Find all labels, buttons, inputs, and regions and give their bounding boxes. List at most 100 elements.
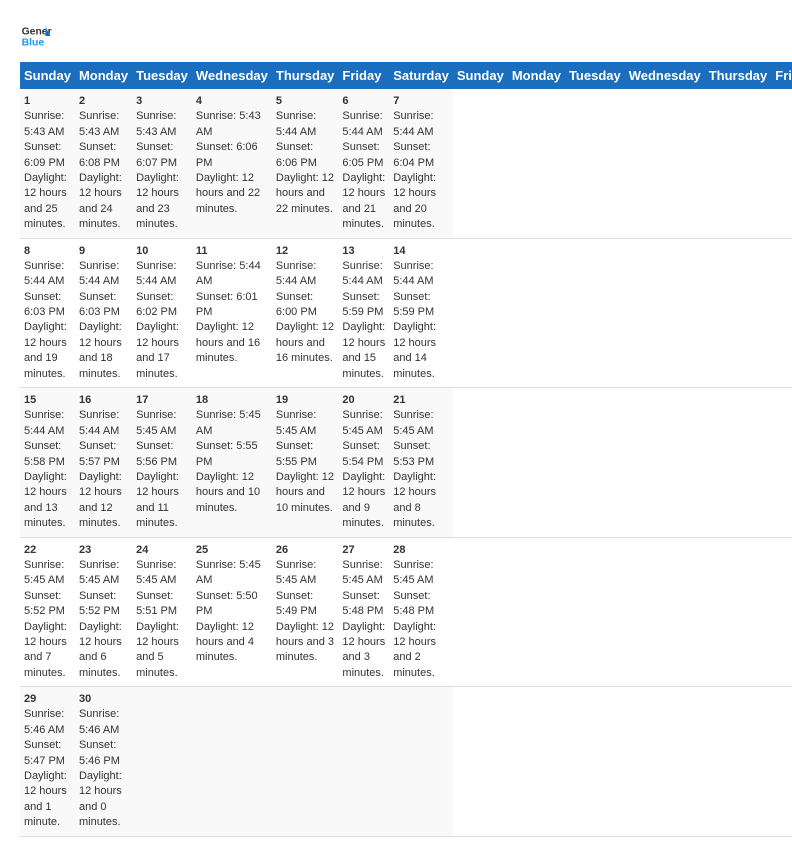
day-header-wednesday: Wednesday — [625, 62, 705, 89]
calendar-table: SundayMondayTuesdayWednesdayThursdayFrid… — [20, 62, 792, 837]
calendar-cell: 12 Sunrise: 5:44 AM Sunset: 6:00 PM Dayl… — [272, 238, 339, 388]
sunrise-text: Sunrise: 5:44 AM — [393, 110, 433, 137]
day-header-sunday: Sunday — [20, 62, 75, 89]
calendar-cell: 29 Sunrise: 5:46 AM Sunset: 5:47 PM Dayl… — [20, 687, 75, 837]
day-header-tuesday: Tuesday — [565, 62, 625, 89]
sunset-text: Sunset: 5:51 PM — [136, 590, 177, 617]
daylight-text: Daylight: 12 hours and 16 minutes. — [196, 321, 260, 364]
week-row-2: 8 Sunrise: 5:44 AM Sunset: 6:03 PM Dayli… — [20, 238, 792, 388]
sunrise-text: Sunrise: 5:44 AM — [393, 260, 433, 287]
sunset-text: Sunset: 6:00 PM — [276, 291, 317, 318]
calendar-cell: 10 Sunrise: 5:44 AM Sunset: 6:02 PM Dayl… — [132, 238, 192, 388]
daylight-text: Daylight: 12 hours and 18 minutes. — [79, 321, 122, 379]
sunset-text: Sunset: 5:55 PM — [196, 440, 258, 467]
daylight-text: Daylight: 12 hours and 7 minutes. — [24, 621, 67, 679]
calendar-cell: 5 Sunrise: 5:44 AM Sunset: 6:06 PM Dayli… — [272, 89, 339, 238]
daylight-text: Daylight: 12 hours and 16 minutes. — [276, 321, 334, 364]
sunrise-text: Sunrise: 5:44 AM — [79, 409, 119, 436]
calendar-cell — [338, 687, 389, 837]
sunrise-text: Sunrise: 5:43 AM — [196, 110, 261, 137]
daylight-text: Daylight: 12 hours and 22 minutes. — [276, 172, 334, 215]
sunrise-text: Sunrise: 5:46 AM — [79, 708, 119, 735]
day-number: 6 — [342, 95, 348, 107]
day-number: 29 — [24, 693, 36, 705]
calendar-cell: 13 Sunrise: 5:44 AM Sunset: 5:59 PM Dayl… — [338, 238, 389, 388]
daylight-text: Daylight: 12 hours and 6 minutes. — [79, 621, 122, 679]
logo: General Blue — [20, 20, 52, 52]
day-number: 20 — [342, 394, 354, 406]
calendar-cell: 16 Sunrise: 5:44 AM Sunset: 5:57 PM Dayl… — [75, 388, 132, 538]
calendar-cell: 9 Sunrise: 5:44 AM Sunset: 6:03 PM Dayli… — [75, 238, 132, 388]
day-number: 11 — [196, 245, 208, 257]
sunset-text: Sunset: 5:54 PM — [342, 440, 383, 467]
sunset-text: Sunset: 6:08 PM — [79, 141, 120, 168]
day-number: 19 — [276, 394, 288, 406]
calendar-cell: 20 Sunrise: 5:45 AM Sunset: 5:54 PM Dayl… — [338, 388, 389, 538]
calendar-cell: 3 Sunrise: 5:43 AM Sunset: 6:07 PM Dayli… — [132, 89, 192, 238]
calendar-cell: 19 Sunrise: 5:45 AM Sunset: 5:55 PM Dayl… — [272, 388, 339, 538]
sunset-text: Sunset: 6:09 PM — [24, 141, 65, 168]
day-number: 16 — [79, 394, 91, 406]
calendar-cell: 30 Sunrise: 5:46 AM Sunset: 5:46 PM Dayl… — [75, 687, 132, 837]
sunrise-text: Sunrise: 5:45 AM — [342, 409, 382, 436]
daylight-text: Daylight: 12 hours and 4 minutes. — [196, 621, 254, 664]
day-number: 7 — [393, 95, 399, 107]
daylight-text: Daylight: 12 hours and 19 minutes. — [24, 321, 67, 379]
sunset-text: Sunset: 5:59 PM — [393, 291, 434, 318]
sunrise-text: Sunrise: 5:45 AM — [196, 409, 261, 436]
week-row-5: 29 Sunrise: 5:46 AM Sunset: 5:47 PM Dayl… — [20, 687, 792, 837]
day-number: 8 — [24, 245, 30, 257]
sunrise-text: Sunrise: 5:44 AM — [24, 260, 64, 287]
day-number: 1 — [24, 95, 30, 107]
day-number: 26 — [276, 544, 288, 556]
sunrise-text: Sunrise: 5:45 AM — [136, 559, 176, 586]
daylight-text: Daylight: 12 hours and 24 minutes. — [79, 172, 122, 230]
day-number: 23 — [79, 544, 91, 556]
sunrise-text: Sunrise: 5:43 AM — [24, 110, 64, 137]
sunrise-text: Sunrise: 5:43 AM — [136, 110, 176, 137]
sunset-text: Sunset: 5:58 PM — [24, 440, 65, 467]
day-number: 12 — [276, 245, 288, 257]
sunset-text: Sunset: 5:50 PM — [196, 590, 258, 617]
sunrise-text: Sunrise: 5:45 AM — [276, 409, 316, 436]
sunrise-text: Sunrise: 5:45 AM — [136, 409, 176, 436]
sunset-text: Sunset: 6:03 PM — [24, 291, 65, 318]
day-number: 3 — [136, 95, 142, 107]
daylight-text: Daylight: 12 hours and 22 minutes. — [196, 172, 260, 215]
calendar-cell: 17 Sunrise: 5:45 AM Sunset: 5:56 PM Dayl… — [132, 388, 192, 538]
calendar-cell: 21 Sunrise: 5:45 AM Sunset: 5:53 PM Dayl… — [389, 388, 453, 538]
calendar-cell: 18 Sunrise: 5:45 AM Sunset: 5:55 PM Dayl… — [192, 388, 272, 538]
calendar-cell: 11 Sunrise: 5:44 AM Sunset: 6:01 PM Dayl… — [192, 238, 272, 388]
sunrise-text: Sunrise: 5:45 AM — [342, 559, 382, 586]
week-row-3: 15 Sunrise: 5:44 AM Sunset: 5:58 PM Dayl… — [20, 388, 792, 538]
day-header-thursday: Thursday — [705, 62, 772, 89]
day-number: 15 — [24, 394, 36, 406]
sunset-text: Sunset: 6:06 PM — [196, 141, 258, 168]
sunrise-text: Sunrise: 5:44 AM — [196, 260, 261, 287]
sunrise-text: Sunrise: 5:43 AM — [79, 110, 119, 137]
daylight-text: Daylight: 12 hours and 10 minutes. — [196, 471, 260, 514]
daylight-text: Daylight: 12 hours and 3 minutes. — [276, 621, 334, 664]
calendar-cell: 14 Sunrise: 5:44 AM Sunset: 5:59 PM Dayl… — [389, 238, 453, 388]
daylight-text: Daylight: 12 hours and 15 minutes. — [342, 321, 385, 379]
sunset-text: Sunset: 5:46 PM — [79, 739, 120, 766]
sunset-text: Sunset: 6:06 PM — [276, 141, 317, 168]
day-header-monday: Monday — [75, 62, 132, 89]
day-header-saturday: Saturday — [389, 62, 453, 89]
daylight-text: Daylight: 12 hours and 11 minutes. — [136, 471, 179, 529]
calendar-cell: 8 Sunrise: 5:44 AM Sunset: 6:03 PM Dayli… — [20, 238, 75, 388]
sunset-text: Sunset: 6:02 PM — [136, 291, 177, 318]
daylight-text: Daylight: 12 hours and 2 minutes. — [393, 621, 436, 679]
sunset-text: Sunset: 6:01 PM — [196, 291, 258, 318]
sunrise-text: Sunrise: 5:44 AM — [342, 260, 382, 287]
daylight-text: Daylight: 12 hours and 5 minutes. — [136, 621, 179, 679]
sunset-text: Sunset: 6:04 PM — [393, 141, 434, 168]
day-number: 21 — [393, 394, 405, 406]
logo-icon: General Blue — [20, 20, 52, 52]
day-header-wednesday: Wednesday — [192, 62, 272, 89]
day-number: 24 — [136, 544, 148, 556]
svg-text:Blue: Blue — [22, 38, 45, 49]
day-header-tuesday: Tuesday — [132, 62, 192, 89]
day-header-monday: Monday — [508, 62, 565, 89]
day-number: 13 — [342, 245, 354, 257]
